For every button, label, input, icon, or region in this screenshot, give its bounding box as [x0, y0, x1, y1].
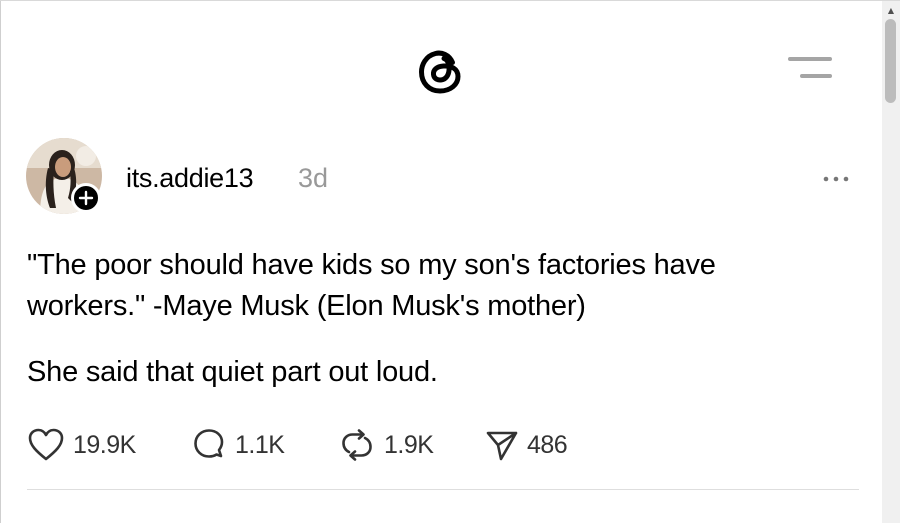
threads-window: its.addie13 3d "The poor should have kid… [0, 0, 900, 523]
scroll-up-arrow-icon[interactable]: ▲ [882, 4, 900, 18]
share-button[interactable]: 486 [485, 425, 568, 465]
reply-count: 1.1K [235, 430, 285, 459]
heart-icon [28, 428, 64, 461]
follow-plus-button[interactable] [71, 183, 101, 213]
like-count: 19.9K [73, 430, 136, 459]
menu-button[interactable] [785, 53, 835, 85]
repost-count: 1.9K [384, 430, 434, 459]
hamburger-menu-icon-bar [800, 74, 832, 78]
hamburger-menu-icon [788, 57, 832, 61]
more-options-icon[interactable] [816, 169, 856, 189]
plus-icon [78, 190, 94, 206]
reply-button[interactable]: 1.1K [191, 425, 285, 465]
post-text-comment: She said that quiet part out loud. [27, 356, 438, 388]
post-username[interactable]: its.addie13 [126, 161, 254, 195]
avatar-container[interactable] [26, 138, 106, 218]
repost-button[interactable]: 1.9K [338, 425, 434, 465]
scrollbar-thumb[interactable] [885, 19, 896, 103]
post-divider [27, 489, 859, 490]
threads-logo-icon[interactable] [411, 41, 471, 101]
window-edge [0, 1, 1, 523]
vertical-scrollbar[interactable]: ▲ [882, 1, 900, 523]
post-timestamp: 3d [298, 163, 329, 193]
reply-bubble-icon [194, 429, 224, 458]
repost-icon [342, 429, 372, 461]
share-count: 486 [527, 430, 568, 459]
post-text-quote: "The poor should have kids so my son's f… [27, 249, 716, 322]
send-plane-icon [486, 431, 518, 461]
like-button[interactable]: 19.9K [27, 425, 136, 465]
